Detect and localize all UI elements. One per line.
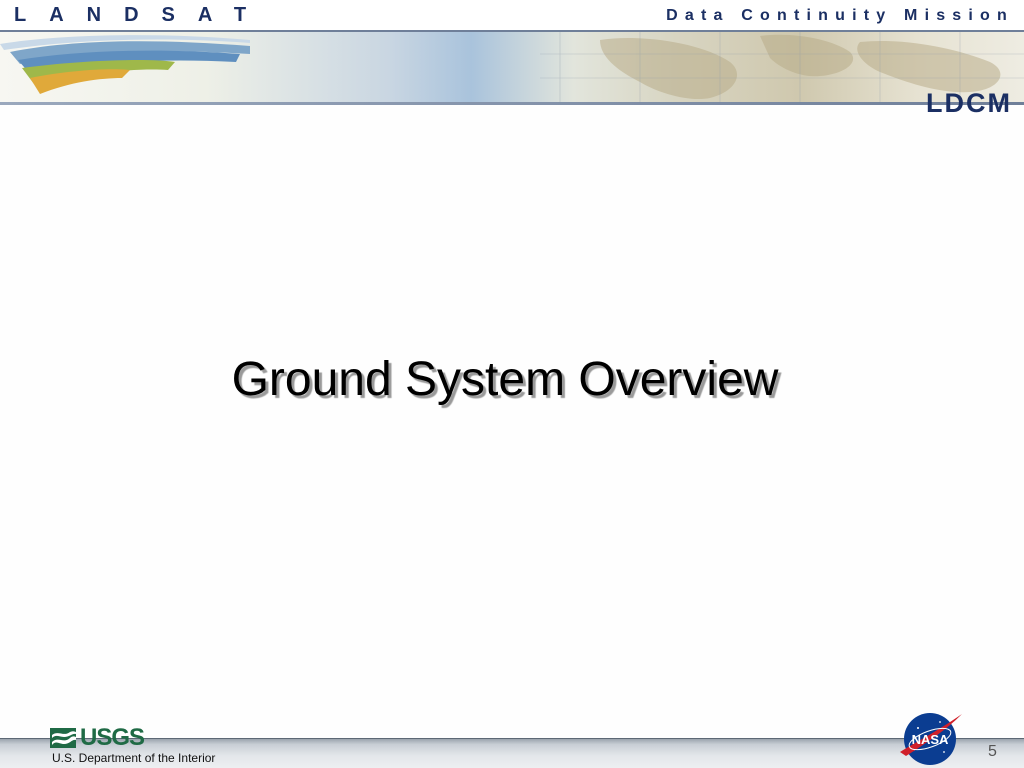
banner-graphic [0, 32, 1024, 102]
slide-header: LANDSAT Data Continuity Mission LDCM [0, 0, 1024, 120]
usgs-wordmark: USGS [80, 724, 145, 751]
department-label: U.S. Department of the Interior [52, 751, 216, 765]
slide: LANDSAT Data Continuity Mission LDCM Gro… [0, 0, 1024, 768]
header-banner [0, 32, 1024, 102]
landsat-swoosh-image [0, 35, 250, 94]
page-number: 5 [988, 743, 997, 760]
nasa-logo-text: NASA [912, 732, 949, 747]
ldcm-logo: LDCM [926, 88, 1012, 118]
nasa-logo-icon: NASA [900, 713, 962, 765]
mission-name: Data Continuity Mission [666, 7, 1014, 24]
landsat-wordmark: LANDSAT [14, 4, 270, 26]
banner-divider [0, 102, 1024, 105]
slide-title: Ground System Overview [231, 353, 779, 406]
